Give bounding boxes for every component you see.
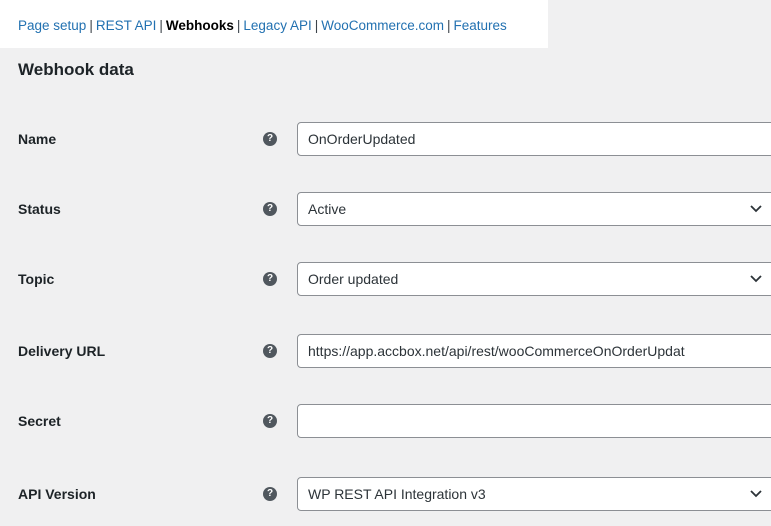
subnav-separator: | bbox=[314, 18, 319, 33]
chevron-down-icon bbox=[750, 275, 762, 283]
delivery-url-input[interactable]: https://app.accbox.net/api/rest/wooComme… bbox=[297, 334, 771, 368]
secret-input[interactable] bbox=[297, 404, 771, 438]
help-icon[interactable]: ? bbox=[263, 344, 277, 358]
status-row: Status ? Active bbox=[0, 192, 771, 228]
subnav-woocommerce-com[interactable]: WooCommerce.com bbox=[321, 18, 444, 33]
subnav-webhooks[interactable]: Webhooks bbox=[166, 18, 234, 33]
topic-row: Topic ? Order updated bbox=[0, 262, 771, 298]
api-version-row: API Version ? WP REST API Integration v3 bbox=[0, 477, 771, 513]
subsection-nav: Page setup | REST API | Webhooks | Legacy API |… bbox=[18, 17, 507, 35]
subnav-separator: | bbox=[236, 18, 241, 33]
subnav-separator: | bbox=[89, 18, 93, 33]
subnav-page-setup[interactable]: Page setup bbox=[18, 18, 86, 33]
api-version-select[interactable]: WP REST API Integration v3 bbox=[297, 477, 771, 511]
delivery-url-label: Delivery URL bbox=[18, 343, 106, 359]
topic-label: Topic bbox=[18, 271, 55, 287]
subnav-features[interactable]: Features bbox=[454, 18, 507, 33]
status-select[interactable]: Active bbox=[297, 192, 771, 226]
chevron-down-icon bbox=[750, 490, 762, 498]
subnav-rest-api[interactable]: REST API bbox=[96, 18, 157, 33]
status-label: Status bbox=[18, 201, 61, 217]
help-icon[interactable]: ? bbox=[263, 272, 277, 286]
section-title: Webhook data bbox=[18, 60, 134, 79]
chevron-down-icon bbox=[750, 205, 762, 213]
name-input[interactable]: OnOrderUpdated bbox=[297, 122, 771, 156]
secret-row: Secret ? bbox=[0, 404, 771, 440]
help-icon[interactable]: ? bbox=[263, 414, 277, 428]
subnav-legacy-api[interactable]: Legacy API bbox=[243, 18, 311, 33]
settings-tabs-bar: Page setup | REST API | Webhooks | Legacy API |… bbox=[0, 0, 548, 48]
topic-select[interactable]: Order updated bbox=[297, 262, 771, 296]
subnav-separator: | bbox=[159, 18, 163, 33]
name-row: Name ? OnOrderUpdated bbox=[0, 122, 771, 158]
help-icon[interactable]: ? bbox=[263, 202, 277, 216]
secret-label: Secret bbox=[18, 413, 61, 429]
api-version-label: API Version bbox=[18, 486, 96, 502]
help-icon[interactable]: ? bbox=[263, 132, 277, 146]
delivery-url-row: Delivery URL ? https://app.accbox.net/ap… bbox=[0, 334, 771, 370]
name-label: Name bbox=[18, 131, 57, 147]
subnav-separator: | bbox=[447, 18, 451, 33]
help-icon[interactable]: ? bbox=[263, 487, 277, 501]
